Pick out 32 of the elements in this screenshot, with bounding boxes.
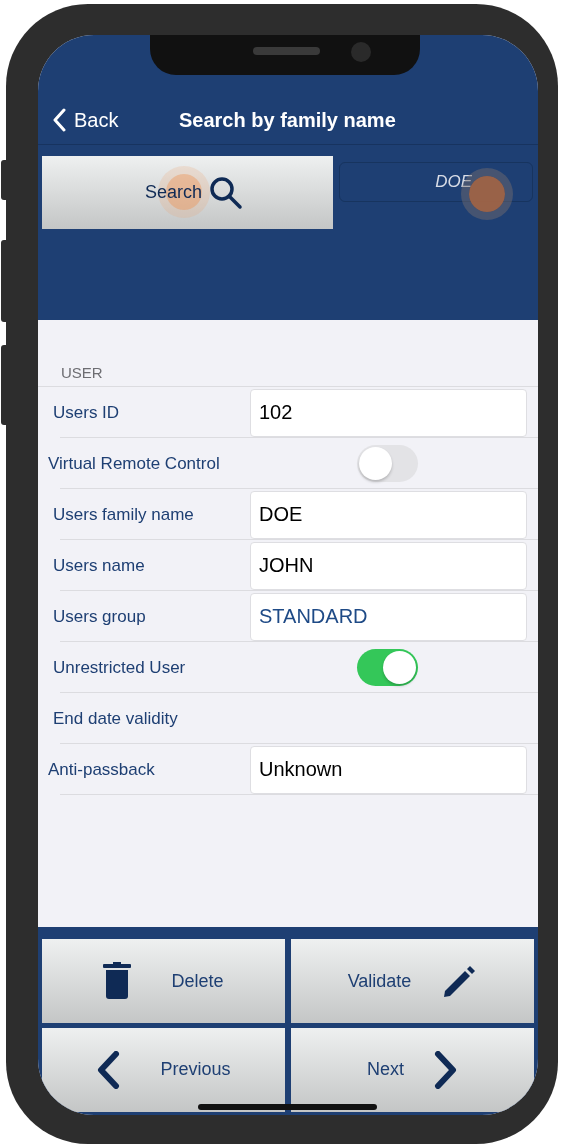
field-label: Users family name <box>52 503 195 526</box>
input-field[interactable]: Unknown <box>250 745 527 794</box>
section-header: USER <box>38 320 538 387</box>
pencil-icon <box>441 963 478 999</box>
field-label: Unrestricted User <box>52 656 187 679</box>
search-button[interactable]: Search <box>42 156 333 229</box>
toggle-switch[interactable] <box>357 445 418 482</box>
field-label: Users ID <box>52 401 121 424</box>
speaker-grille <box>253 47 320 55</box>
camera-dot <box>351 42 371 62</box>
screen-title: Search by family name <box>179 107 396 133</box>
search-field[interactable]: DOE <box>339 162 533 202</box>
picker-field[interactable]: STANDARD <box>250 592 527 641</box>
field-label: Anti-passback <box>47 758 156 781</box>
input-field[interactable]: 102 <box>250 388 527 437</box>
chevron-right-icon <box>434 1050 458 1089</box>
toolbar-button[interactable]: Previous <box>42 1027 285 1112</box>
toolbar-button[interactable]: Delete <box>42 939 285 1023</box>
input-field[interactable]: JOHN <box>250 541 527 590</box>
field-label: End date validity <box>52 707 179 730</box>
toggle-switch[interactable] <box>357 649 418 686</box>
chevron-left-icon <box>96 1050 121 1089</box>
toolbar-button[interactable]: Validate <box>291 939 534 1023</box>
field-label: Virtual Remote Control <box>47 452 221 475</box>
field-label: Users name <box>52 554 146 577</box>
back-chevron-icon <box>52 107 66 132</box>
field-label: Users group <box>52 605 147 628</box>
toolbar-button[interactable]: Next <box>291 1027 534 1112</box>
search-icon <box>208 174 244 211</box>
trash-icon <box>103 962 132 1000</box>
input-field[interactable]: DOE <box>250 490 527 539</box>
back-button[interactable]: Back <box>38 104 119 135</box>
